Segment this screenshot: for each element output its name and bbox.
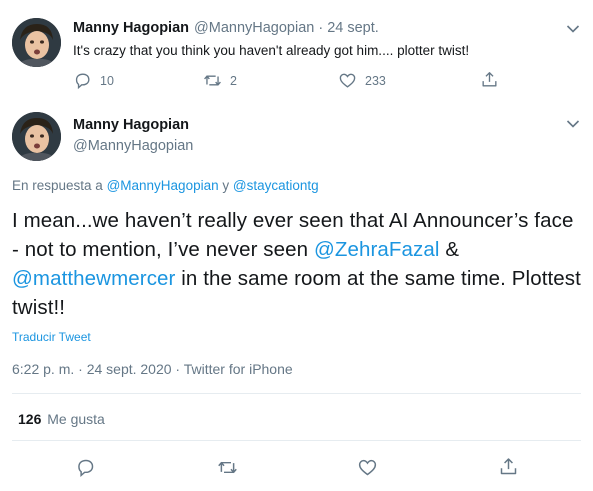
like-count: 233: [365, 73, 386, 88]
reply-count: 10: [100, 73, 114, 88]
chevron-down-icon[interactable]: [566, 119, 580, 129]
retweet-count: 2: [230, 73, 237, 88]
retweet-icon: [218, 461, 237, 474]
like-button[interactable]: 233: [338, 71, 386, 90]
divider: [12, 393, 581, 394]
reply-context: En respuesta a @MannyHagopian y @staycat…: [12, 178, 319, 193]
like-icon: [339, 73, 356, 88]
retweet-icon: [204, 75, 221, 86]
likes-label: Me gusta: [47, 411, 105, 427]
avatar[interactable]: [12, 18, 61, 67]
divider: [12, 440, 581, 441]
retweet-button[interactable]: 2: [203, 71, 237, 90]
reply-icon: [75, 73, 90, 90]
avatar[interactable]: [12, 112, 61, 161]
author-name[interactable]: Manny Hagopian: [73, 117, 189, 133]
author-handle[interactable]: @MannyHagopian: [194, 20, 314, 36]
author-handle[interactable]: @MannyHagopian: [73, 138, 193, 154]
reply-button[interactable]: [75, 457, 96, 478]
tweet-text-segment: &: [439, 238, 460, 261]
tweet-timestamp[interactable]: 6:22 p. m. · 24 sept. 2020 · Twitter for…: [12, 361, 293, 377]
retweet-button[interactable]: [217, 457, 238, 478]
author-name[interactable]: Manny Hagopian: [73, 20, 189, 36]
separator-dot: ·: [318, 20, 324, 36]
translate-link[interactable]: Traducir Tweet: [12, 330, 91, 344]
reply-icon: [78, 459, 94, 478]
tweet-text: It's crazy that you think you haven't al…: [73, 43, 470, 58]
share-icon: [500, 458, 517, 475]
chevron-down-icon[interactable]: [566, 24, 580, 34]
like-button[interactable]: [357, 457, 378, 478]
reply-user-link[interactable]: @MannyHagopian: [107, 178, 219, 193]
like-icon: [358, 459, 377, 476]
likes-total: 126: [18, 411, 42, 427]
share-icon: [482, 72, 497, 87]
tweet-date[interactable]: 24 sept.: [327, 20, 379, 36]
mention-link[interactable]: @ZehraFazal: [314, 238, 440, 261]
reply-and: y: [222, 178, 230, 193]
reply-prefix: En respuesta a: [12, 178, 103, 193]
share-button[interactable]: [480, 70, 499, 89]
reply-button[interactable]: 10: [73, 71, 114, 90]
likes-summary[interactable]: 126 Me gusta: [18, 411, 105, 427]
reply-user-link[interactable]: @staycationtg: [233, 178, 319, 193]
tweet-text: I mean...we haven’t really ever seen tha…: [12, 206, 582, 322]
tweet-text-segment: I mean...we haven’t really ever seen tha…: [12, 209, 574, 261]
mention-link[interactable]: @matthewmercer: [12, 267, 175, 290]
share-button[interactable]: [498, 456, 519, 477]
